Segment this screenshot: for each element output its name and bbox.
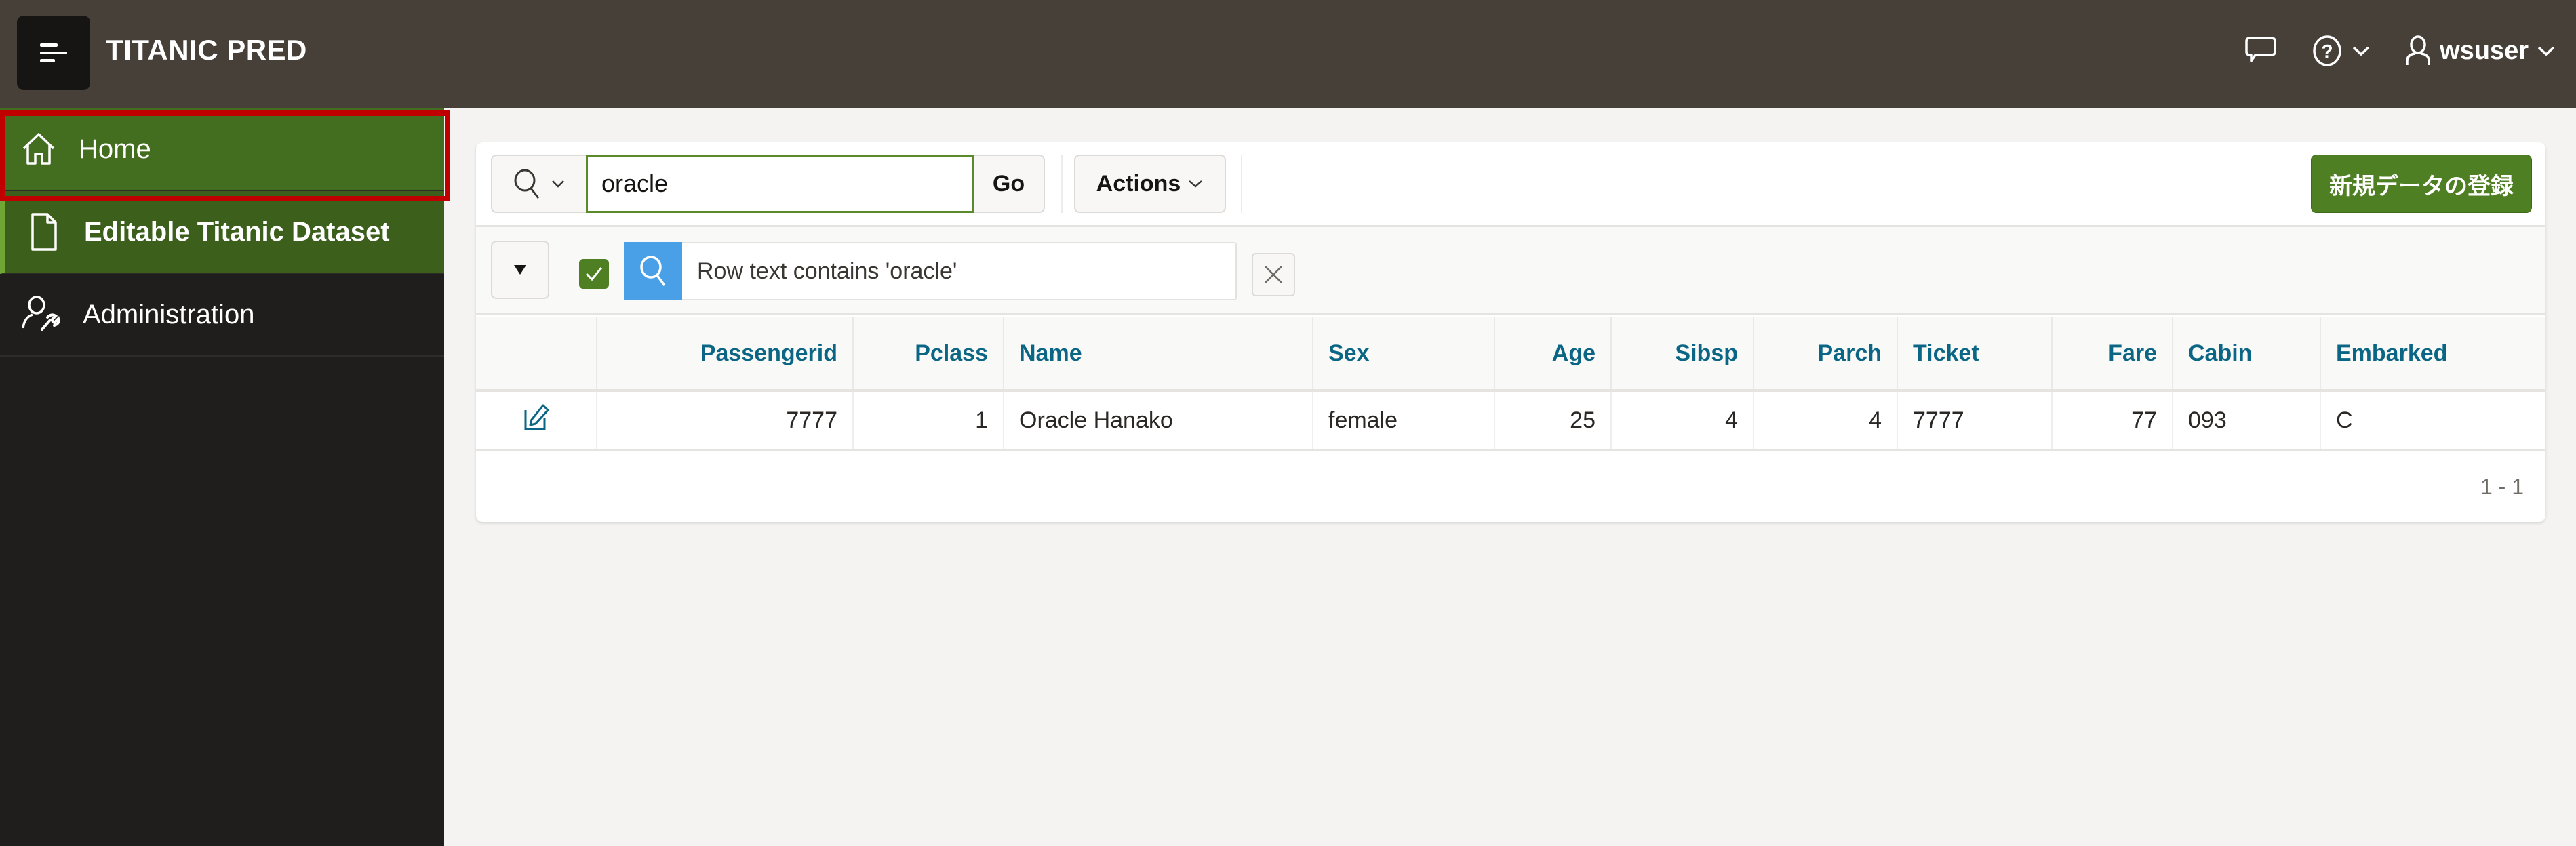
cell-sex: female xyxy=(1313,390,1495,451)
column-header-parch[interactable]: Parch xyxy=(1753,317,1898,392)
sidebar-item-administration[interactable]: Administration xyxy=(0,274,444,357)
cell-fare: 77 xyxy=(2052,390,2173,451)
cell-cabin: 093 xyxy=(2173,390,2321,451)
chevron-down-icon xyxy=(2352,46,2370,56)
help-menu-button[interactable]: ? xyxy=(2311,34,2371,68)
column-header-edit xyxy=(476,317,597,392)
cell-ticket: 7777 xyxy=(1897,390,2053,451)
filter-enable-checkbox[interactable] xyxy=(579,259,609,289)
collapse-filters-button[interactable] xyxy=(491,241,549,299)
filter-type-badge xyxy=(624,242,682,300)
edit-cell xyxy=(476,390,597,451)
pagination-info: 1 - 1 xyxy=(2480,475,2524,499)
pencil-edit-icon xyxy=(524,404,549,430)
sidebar-item-label: Editable Titanic Dataset xyxy=(84,216,390,247)
sidebar-item-editable-titanic-dataset[interactable]: Editable Titanic Dataset xyxy=(0,191,444,274)
column-header-passengerid[interactable]: Passengerid xyxy=(597,317,854,392)
column-header-sex[interactable]: Sex xyxy=(1313,317,1495,392)
column-header-ticket[interactable]: Ticket xyxy=(1897,317,2053,392)
report-table: Passengerid Pclass Name Sex Age Sibsp Pa… xyxy=(476,317,2545,451)
app-title[interactable]: TITANIC PRED xyxy=(106,34,307,66)
create-record-button[interactable]: 新規データの登録 xyxy=(2311,155,2532,213)
cell-sibsp: 4 xyxy=(1611,390,1754,451)
search-group: Go xyxy=(491,155,1045,213)
edit-link[interactable] xyxy=(523,403,550,438)
user-menu-button[interactable]: wsuser xyxy=(2404,35,2556,66)
search-icon xyxy=(514,169,540,199)
question-circle-icon: ? xyxy=(2313,35,2341,66)
feedback-button[interactable] xyxy=(2244,35,2277,66)
go-button[interactable]: Go xyxy=(974,155,1045,213)
sidebar-item-label: Home xyxy=(79,134,151,164)
hamburger-menu-icon xyxy=(40,43,67,62)
actions-label: Actions xyxy=(1096,170,1181,197)
cell-pclass: 1 xyxy=(853,390,1004,451)
filter-bar: Row text contains 'oracle' xyxy=(476,227,2545,315)
filter-pill[interactable]: Row text contains 'oracle' xyxy=(624,242,1237,300)
actions-menu-button[interactable]: Actions xyxy=(1074,155,1226,213)
home-icon xyxy=(22,133,55,165)
column-header-embarked[interactable]: Embarked xyxy=(2320,317,2545,392)
search-column-select-button[interactable] xyxy=(491,155,586,213)
sidebar-item-home[interactable]: Home xyxy=(0,108,444,191)
top-header: TITANIC PRED ? wsuser xyxy=(0,0,2576,108)
table-row: 7777 1 Oracle Hanako female 25 4 4 7777 … xyxy=(476,390,2545,451)
column-header-fare[interactable]: Fare xyxy=(2052,317,2173,392)
chevron-down-icon xyxy=(552,180,564,188)
cell-name: Oracle Hanako xyxy=(1004,390,1313,451)
cell-embarked: C xyxy=(2320,390,2545,451)
cell-age: 25 xyxy=(1494,390,1612,451)
cell-passengerid: 7777 xyxy=(597,390,854,451)
header-actions: ? wsuser xyxy=(2244,27,2556,75)
chevron-down-icon xyxy=(1189,180,1203,188)
column-header-cabin[interactable]: Cabin xyxy=(2173,317,2321,392)
sidebar-item-label: Administration xyxy=(83,299,255,329)
user-wrench-icon xyxy=(22,296,60,331)
checkmark-icon xyxy=(585,267,603,281)
remove-filter-button[interactable] xyxy=(1252,253,1295,296)
search-input[interactable] xyxy=(586,155,974,213)
chevron-down-icon xyxy=(2537,46,2555,56)
filter-text: Row text contains 'oracle' xyxy=(697,258,957,284)
svg-text:?: ? xyxy=(2321,41,2333,62)
sidebar-nav: Home Editable Titanic Dataset Administra… xyxy=(0,108,444,846)
column-header-age[interactable]: Age xyxy=(1494,317,1612,392)
toolbar-divider xyxy=(1061,155,1063,213)
close-icon xyxy=(1265,266,1282,283)
triangle-down-icon xyxy=(514,265,526,275)
speech-bubble-icon xyxy=(2245,37,2276,62)
report-toolbar: Go Actions 新規データの登録 xyxy=(476,142,2545,227)
column-header-name[interactable]: Name xyxy=(1004,317,1313,392)
search-icon xyxy=(640,256,666,287)
column-header-pclass[interactable]: Pclass xyxy=(853,317,1004,392)
toolbar-divider xyxy=(1241,155,1242,213)
document-icon xyxy=(31,213,57,251)
table-header-row: Passengerid Pclass Name Sex Age Sibsp Pa… xyxy=(476,317,2545,392)
nav-toggle-button[interactable] xyxy=(17,16,90,90)
user-name: wsuser xyxy=(2440,36,2529,65)
cell-parch: 4 xyxy=(1753,390,1898,451)
interactive-report-region: Go Actions 新規データの登録 xyxy=(476,142,2545,522)
column-header-sibsp[interactable]: Sibsp xyxy=(1611,317,1754,392)
user-icon xyxy=(2406,35,2430,65)
